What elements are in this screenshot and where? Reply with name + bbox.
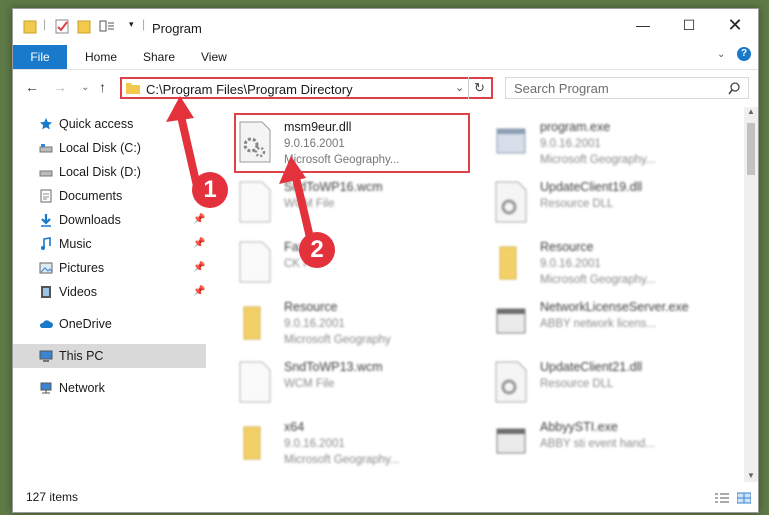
annotation-arrows — [166, 96, 316, 250]
annotation-badge-2: 2 — [299, 232, 335, 268]
arrow-1 — [166, 96, 201, 190]
annotation-badge-1: 1 — [192, 172, 228, 208]
arrow-2 — [279, 156, 316, 250]
